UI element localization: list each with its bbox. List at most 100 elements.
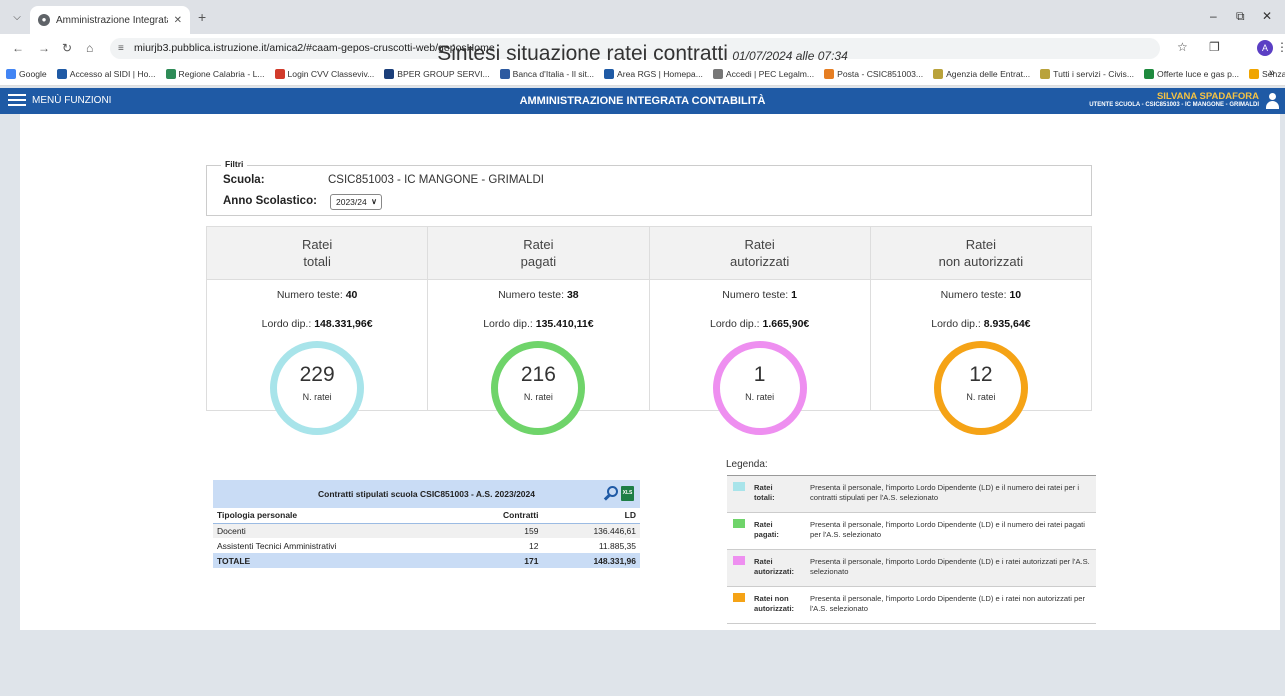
lordo-value: 1.665,90€ [762, 318, 810, 330]
legend-box: Ratei totali: Presenta il personale, l'imp… [727, 475, 1096, 624]
filters-box: Filtri Scuola: CSIC851003 - IC MANGONE -… [206, 159, 1092, 216]
table-cell: 148.331,96 [542, 553, 640, 568]
restore-icon[interactable]: ⧉ [1236, 9, 1245, 24]
summary-cards: Ratei totali Numero teste: 40 Lordo dip.: 1… [206, 226, 1092, 435]
teste-label: Numero teste: [498, 289, 565, 301]
bookmark-item[interactable]: Banca d'Italia - Il sit... [499, 68, 595, 79]
bookmark-favicon-icon [604, 68, 615, 79]
legend-name-line: Ratei [754, 557, 773, 566]
browser-tab-bar: ⌵ ● Amministrazione Integrata Con ✕ + – … [0, 0, 1285, 34]
card-teste: Numero teste: 38 [428, 289, 648, 301]
column-header: Tipologia personale [213, 508, 459, 524]
site-favicon-icon: ● [38, 14, 50, 26]
legend-name-line: Ratei [754, 483, 773, 492]
bookmark-item[interactable]: BPER GROUP SERVI... [384, 68, 490, 79]
bookmark-favicon-icon [1144, 68, 1155, 79]
legend-name-line: pagati: [754, 530, 779, 539]
ratei-count: 12 [969, 363, 993, 386]
card-header: Ratei totali [207, 227, 428, 280]
table-header-row: Tipologia personale Contratti LD [213, 508, 640, 524]
ratei-label: N. ratei [745, 392, 775, 402]
bookmark-label: Offerte luce e gas p... [1157, 68, 1240, 79]
bookmark-favicon-icon [824, 68, 835, 79]
bookmark-label: Tutti i servizi - Civis... [1053, 68, 1135, 79]
bookmark-item[interactable]: Area RGS | Homepa... [604, 68, 703, 79]
legend-name-line: autorizzati: [754, 604, 795, 613]
column-header: LD [542, 508, 640, 524]
anno-label: Anno Scolastico: [223, 195, 317, 207]
legend-item: Ratei autorizzati: Presenta il personale, … [727, 550, 1096, 587]
page-heading: Sintesi situazione ratei contratti 01/07… [0, 42, 1285, 66]
bookmark-item[interactable]: Agenzia delle Entrat... [933, 68, 1030, 79]
bookmark-item[interactable]: Offerte luce e gas p... [1144, 68, 1240, 79]
table-total-row: TOTALE 171 148.331,96 [213, 553, 640, 568]
anno-select[interactable]: 2023/24 [330, 194, 382, 210]
search-icon[interactable] [603, 486, 619, 501]
legend-name: Ratei non autorizzati: [754, 594, 804, 614]
bookmark-favicon-icon [56, 68, 67, 79]
user-name: SILVANA SPADAFORA [1156, 91, 1259, 102]
excel-export-icon[interactable]: XLS [621, 486, 634, 501]
bookmark-item[interactable]: Regione Calabria - L... [165, 68, 265, 79]
bookmark-favicon-icon [1040, 68, 1051, 79]
card-header: Ratei pagati [428, 227, 649, 280]
bookmark-item[interactable]: Google [6, 68, 47, 79]
legend-name-line: Ratei non [754, 594, 789, 603]
bookmark-item[interactable]: Login CVV Classeviv... [274, 68, 374, 79]
legend-swatch [733, 593, 745, 602]
column-header: Contratti [458, 508, 543, 524]
legend-description: Presenta il personale, l'importo Lordo D… [810, 557, 1090, 576]
user-icon[interactable] [1265, 93, 1280, 109]
bookmark-item[interactable]: Tutti i servizi - Civis... [1040, 68, 1135, 79]
close-window-icon[interactable]: ✕ [1262, 9, 1272, 23]
new-tab-icon[interactable]: + [198, 9, 206, 25]
summary-card: Ratei pagati Numero teste: 38 Lordo dip.: 1… [428, 227, 650, 435]
bookmark-favicon-icon [1249, 68, 1260, 79]
card-teste: Numero teste: 10 [871, 289, 1091, 301]
browser-tab[interactable]: ● Amministrazione Integrata Con ✕ [30, 6, 190, 34]
lordo-label: Lordo dip.: [483, 318, 533, 330]
bookmark-favicon-icon [6, 68, 16, 79]
bookmarks-more-icon[interactable]: » [1269, 67, 1275, 79]
ratei-ring: 216 N. ratei [491, 341, 586, 435]
table-cell: Assistenti Tecnici Amministrativi [217, 540, 337, 551]
card-lordo: Lordo dip.: 135.410,11€ [428, 318, 648, 330]
card-header: Ratei autorizzati [649, 227, 870, 280]
lordo-label: Lordo dip.: [261, 318, 312, 330]
teste-value: 40 [345, 289, 358, 301]
ratei-ring: 12 N. ratei [933, 341, 1028, 435]
card-title-line: pagati [520, 254, 557, 269]
card-teste: Numero teste: 40 [207, 289, 427, 301]
ratei-count: 216 [520, 363, 556, 386]
table-cell: 171 [458, 553, 543, 568]
lordo-value: 148.331,96€ [314, 318, 373, 330]
table-title: Contratti stipulati scuola CSIC851003 - … [318, 489, 535, 499]
card-lordo: Lordo dip.: 1.665,90€ [650, 318, 870, 330]
bookmark-favicon-icon [499, 68, 510, 79]
legend-swatch [733, 556, 745, 565]
bookmark-item[interactable]: Accesso al SIDI | Ho... [56, 68, 156, 79]
ratei-label: N. ratei [523, 392, 553, 402]
legend-name: Ratei totali: [754, 483, 804, 503]
bookmark-item[interactable]: Posta - CSIC851003... [824, 68, 923, 79]
tab-search-icon[interactable]: ⌵ [8, 9, 26, 27]
table-row: Assistenti Tecnici Amministrativi 12 11.… [213, 538, 640, 553]
tab-close-icon[interactable]: ✕ [174, 15, 182, 26]
bookmark-item[interactable]: Accedi | PEC Legalm... [712, 68, 815, 79]
table-cell: 136.446,61 [542, 523, 640, 538]
bookmark-label: Accedi | PEC Legalm... [725, 68, 815, 79]
legend-name-line: totali: [754, 493, 775, 502]
page-datetime: 01/07/2024 alle 07:34 [732, 49, 848, 63]
bookmark-label: BPER GROUP SERVI... [397, 68, 490, 79]
legend-name-line: autorizzati: [754, 567, 795, 576]
ratei-ring: 1 N. ratei [712, 341, 807, 435]
bookmark-label: Banca d'Italia - Il sit... [512, 68, 595, 79]
ratei-count: 229 [299, 363, 335, 386]
teste-value: 38 [566, 289, 579, 301]
teste-label: Numero teste: [722, 289, 789, 301]
minimize-icon[interactable]: – [1210, 9, 1217, 23]
table-row: Docenti 159 136.446,61 [213, 523, 640, 538]
teste-label: Numero teste: [940, 289, 1007, 301]
legend-description: Presenta il personale, l'importo Lordo D… [810, 594, 1085, 613]
bookmark-item[interactable]: Senzalice.it [1249, 68, 1285, 79]
